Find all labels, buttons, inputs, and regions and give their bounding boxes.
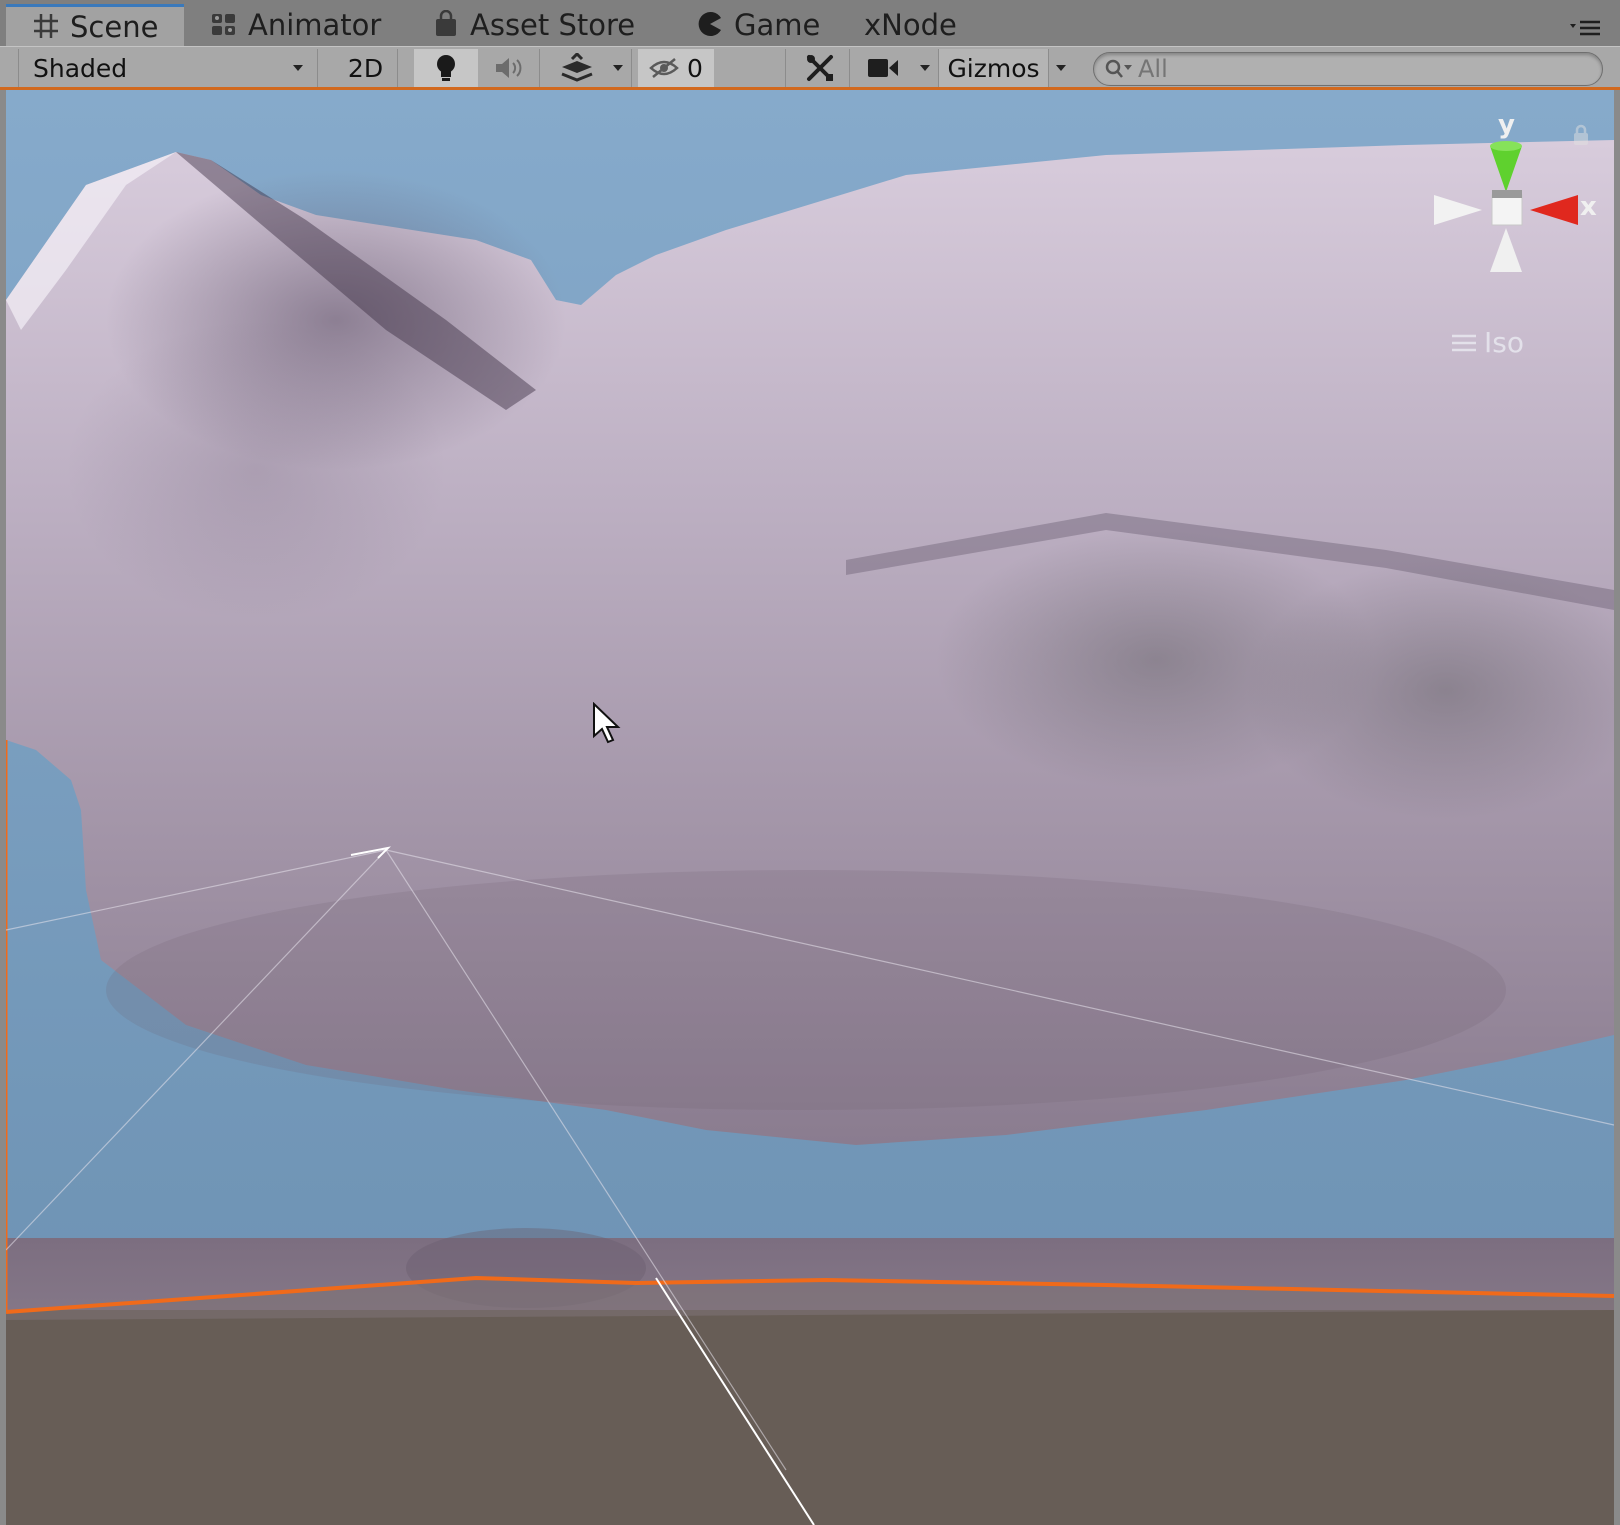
scene-orientation-gizmo[interactable]: y x bbox=[1418, 110, 1598, 290]
mouse-cursor-icon bbox=[592, 701, 622, 746]
chevron-down-icon bbox=[920, 65, 930, 71]
projection-toggle[interactable]: Iso bbox=[1452, 326, 1524, 359]
draw-mode-dropdown[interactable]: Shaded bbox=[18, 49, 318, 87]
y-axis-label: y bbox=[1498, 110, 1515, 140]
scene-render bbox=[6, 90, 1614, 1525]
chevron-down-icon bbox=[1055, 65, 1066, 71]
scene-viewport[interactable]: y x Iso bbox=[6, 90, 1614, 1525]
animator-icon bbox=[210, 10, 240, 40]
eye-hidden-icon bbox=[649, 58, 679, 78]
layers-icon bbox=[561, 53, 593, 82]
x-axis-label: x bbox=[1580, 192, 1597, 222]
projection-label: Iso bbox=[1484, 326, 1524, 359]
tab-label: Animator bbox=[248, 8, 382, 42]
camera-dropdown[interactable] bbox=[858, 49, 938, 87]
gizmos-label: Gizmos bbox=[947, 53, 1040, 83]
shopping-bag-icon bbox=[432, 9, 462, 40]
tools-icon bbox=[806, 55, 833, 81]
lock-icon[interactable] bbox=[1572, 124, 1590, 146]
tab-label: xNode bbox=[864, 8, 957, 42]
search-field[interactable] bbox=[1093, 52, 1603, 86]
hidden-count: 0 bbox=[687, 53, 703, 83]
center-cube bbox=[1491, 194, 1523, 226]
tab-asset-store[interactable]: Asset Store bbox=[406, 4, 656, 46]
tab-bar: Scene Animator Asset Store Game xNode bbox=[0, 0, 1620, 46]
lightbulb-icon bbox=[437, 55, 455, 81]
scene-toolbar: Shaded 2D 0 Gizmos bbox=[0, 46, 1620, 90]
tab-xnode[interactable]: xNode bbox=[838, 4, 978, 46]
grid-icon bbox=[32, 12, 62, 42]
audio-toggle[interactable] bbox=[480, 49, 540, 87]
effects-dropdown[interactable] bbox=[552, 49, 632, 87]
2d-mode-label: 2D bbox=[347, 53, 384, 83]
y-axis-cone bbox=[1490, 146, 1522, 192]
pacman-icon bbox=[696, 10, 726, 40]
tab-scene[interactable]: Scene bbox=[6, 4, 184, 46]
x-axis-cone bbox=[1530, 195, 1578, 225]
chevron-down-icon bbox=[293, 65, 303, 71]
scene-visibility-toggle[interactable]: 0 bbox=[638, 49, 714, 87]
neg-y-axis-cone bbox=[1490, 228, 1522, 272]
camera-icon bbox=[868, 59, 898, 77]
tab-menu-icon[interactable] bbox=[1568, 18, 1602, 38]
tab-animator[interactable]: Animator bbox=[184, 4, 392, 46]
search-icon bbox=[1105, 59, 1132, 78]
tab-label: Scene bbox=[70, 9, 159, 44]
tab-label: Asset Store bbox=[470, 8, 636, 42]
menu-bars-icon bbox=[1452, 334, 1476, 351]
scene-tools-toggle[interactable] bbox=[790, 49, 850, 87]
draw-mode-label: Shaded bbox=[33, 53, 128, 83]
toolbar-spacer bbox=[716, 49, 786, 87]
search-input[interactable] bbox=[1138, 55, 1538, 83]
neg-x-axis-cone bbox=[1434, 195, 1482, 225]
tab-label: Game bbox=[734, 8, 821, 42]
lighting-toggle[interactable] bbox=[414, 49, 478, 87]
gizmos-button[interactable]: Gizmos bbox=[938, 49, 1048, 87]
gizmos-dropdown[interactable] bbox=[1048, 49, 1072, 87]
speaker-icon bbox=[495, 58, 521, 78]
tab-game[interactable]: Game bbox=[670, 4, 830, 46]
2d-mode-button[interactable]: 2D bbox=[334, 49, 398, 87]
chevron-down-icon bbox=[613, 65, 623, 71]
